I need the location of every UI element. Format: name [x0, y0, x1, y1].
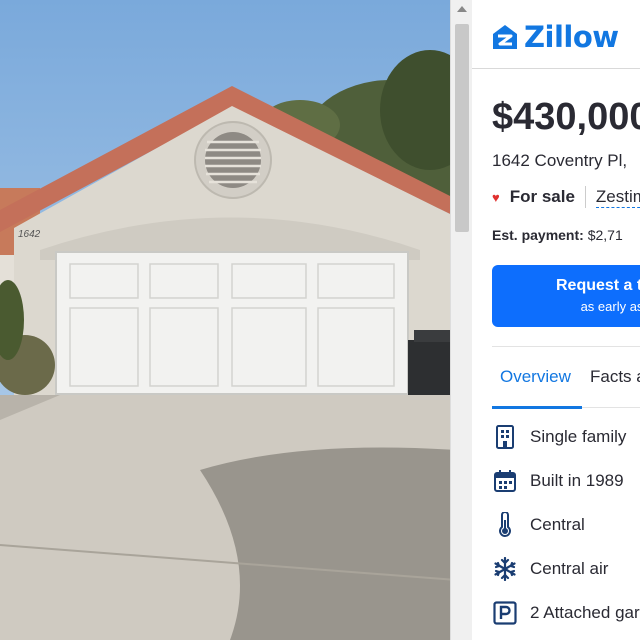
fact-heating: Central — [492, 512, 585, 538]
scrollbar-thumb[interactable] — [455, 24, 469, 232]
zillow-wordmark: Zillow — [524, 20, 619, 54]
fact-label: Central — [530, 515, 585, 534]
status-divider — [584, 186, 586, 208]
tab-facts-and-features[interactable]: Facts and features — [590, 367, 640, 387]
house-photo-illustration — [0, 0, 450, 640]
zillow-logo-icon — [493, 25, 517, 49]
building-icon — [492, 424, 518, 450]
fact-label: Single family — [530, 427, 627, 446]
scroll-up-arrow-icon[interactable] — [457, 6, 467, 12]
header-divider — [472, 68, 640, 69]
active-tab-indicator — [492, 406, 582, 409]
listing-details-panel: Zillow $430,000 1642 Coventry Pl, ♥ For … — [472, 0, 640, 640]
fact-parking: 2 Attached garage — [492, 600, 640, 626]
thermometer-icon — [492, 512, 518, 538]
fact-cooling: Central air — [492, 556, 608, 582]
estimated-payment[interactable]: Est. payment: $2,71 — [492, 227, 623, 243]
listing-tabs: Overview Facts and features — [492, 346, 640, 409]
zestimate-link[interactable]: Zestimate — [595, 187, 640, 208]
parking-icon — [492, 600, 518, 626]
listing-address: 1642 Coventry Pl, — [492, 151, 628, 170]
for-sale-heart-icon: ♥ — [492, 189, 500, 205]
scrollbar[interactable] — [450, 0, 472, 640]
listing-photo[interactable]: 1642 — [0, 0, 450, 640]
listing-price: $430,000 — [492, 96, 640, 138]
fact-home-type: Single family — [492, 424, 626, 450]
tab-overview[interactable]: Overview — [500, 367, 571, 387]
calendar-icon — [492, 468, 518, 494]
request-tour-label: Request a tour — [555, 277, 640, 294]
fact-label: Central air — [530, 559, 609, 578]
fact-year-built: Built in 1989 — [492, 468, 624, 494]
request-tour-sublabel: as early as — [580, 299, 640, 314]
est-payment-label: Est. payment: — [492, 227, 584, 243]
zillow-logo[interactable]: Zillow — [492, 20, 619, 54]
fact-label: Built in 1989 — [530, 471, 624, 490]
fact-label: 2 Attached garage — [530, 603, 640, 622]
house-number-plaque: 1642 — [18, 229, 41, 240]
snowflake-icon — [492, 556, 518, 582]
listing-status-row: ♥ For sale Zestimate — [492, 186, 640, 208]
request-tour-button[interactable]: Request a tour as early as — [492, 265, 640, 327]
est-payment-value: $2,71 — [587, 227, 623, 243]
listing-status: For sale — [509, 187, 575, 206]
